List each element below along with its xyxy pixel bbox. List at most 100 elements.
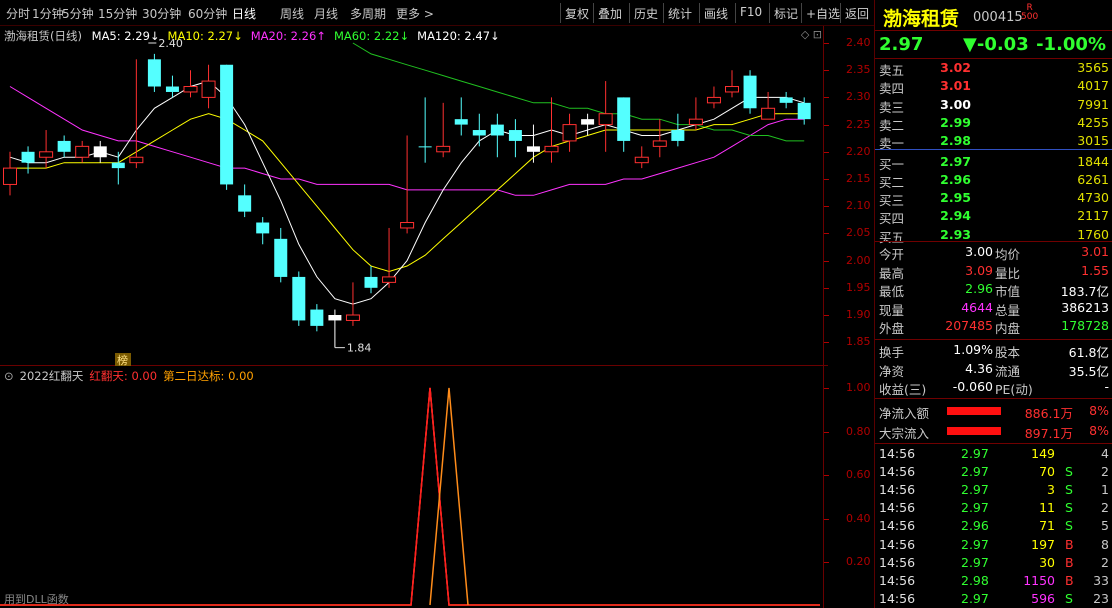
period-tab-2[interactable]: 5分钟: [62, 5, 94, 22]
candle[interactable]: [183, 70, 198, 98]
candle[interactable]: [292, 271, 306, 326]
candle[interactable]: [310, 304, 324, 332]
candle[interactable]: [21, 146, 35, 174]
y-tick: [824, 206, 829, 208]
candle[interactable]: [345, 282, 360, 326]
bid-row[interactable]: 买三 2.95 4730: [875, 190, 1112, 208]
ask-row[interactable]: 卖五 3.02 3565: [875, 60, 1112, 78]
candle[interactable]: [238, 184, 252, 218]
period-tab-4[interactable]: 30分钟: [142, 5, 181, 22]
tick-row[interactable]: 14:56 2.98 1150 B 33: [875, 573, 1112, 591]
period-tab-10[interactable]: 更多 >: [396, 5, 434, 22]
toolbar-button-3[interactable]: 统计: [668, 5, 692, 22]
candle[interactable]: [364, 266, 378, 294]
tick-row[interactable]: 14:56 2.97 149 4: [875, 446, 1112, 464]
indicator-settings-icon[interactable]: ⊙: [4, 369, 14, 383]
last-price: 2.97: [879, 34, 924, 55]
candle[interactable]: [201, 64, 216, 109]
chart-close-icon[interactable]: ◇ ⊡: [801, 28, 822, 41]
period-tab-9[interactable]: 多周期: [350, 5, 386, 22]
indicator-value-2: 第二日达标: 0.00: [163, 369, 254, 383]
ind-y-tick: [824, 562, 829, 563]
candle-body: [706, 96, 721, 104]
tick-row[interactable]: 14:56 2.97 11 S 2: [875, 500, 1112, 518]
candle[interactable]: [418, 97, 432, 163]
stat-label: 今开: [879, 247, 905, 262]
tick-row[interactable]: 14:56 2.97 3 S 1: [875, 482, 1112, 500]
candle-body: [581, 119, 595, 125]
toolbar-button-0[interactable]: 复权: [565, 5, 589, 22]
stat-value: 3.09: [965, 262, 993, 278]
candle[interactable]: [706, 86, 721, 109]
candle[interactable]: [274, 227, 288, 283]
indicator-chart[interactable]: ⊙ 2022红翻天 红翻天: 0.00 第二日达标: 0.00 用到DLL函数: [0, 366, 828, 608]
toolbar-button-6[interactable]: 标记: [774, 5, 798, 22]
candle[interactable]: [544, 97, 559, 163]
toolbar-button-7[interactable]: +自选: [806, 5, 840, 22]
candle[interactable]: [743, 70, 757, 114]
candle[interactable]: [598, 81, 613, 152]
candle[interactable]: [779, 91, 793, 109]
rank-badge[interactable]: 榜: [115, 353, 131, 367]
toolbar-separator: [560, 3, 561, 23]
bid-row[interactable]: 买一 2.97 1844: [875, 154, 1112, 172]
tick-row[interactable]: 14:56 2.97 30 B 2: [875, 555, 1112, 573]
candle[interactable]: [725, 70, 739, 98]
candle[interactable]: [400, 135, 415, 234]
candle[interactable]: [526, 124, 540, 163]
candle[interactable]: [57, 135, 71, 158]
candle[interactable]: [147, 53, 161, 92]
candle[interactable]: [617, 97, 631, 152]
toolbar-button-1[interactable]: 叠加: [598, 5, 622, 22]
candle[interactable]: [220, 64, 234, 190]
period-tab-0[interactable]: 分时: [6, 5, 30, 22]
candle[interactable]: [508, 119, 522, 158]
ask-row[interactable]: 卖四 3.01 4017: [875, 78, 1112, 96]
bid-row[interactable]: 买四 2.94 2117: [875, 208, 1112, 226]
candle[interactable]: [328, 309, 342, 348]
period-tab-3[interactable]: 15分钟: [98, 5, 137, 22]
flow-label: 大宗流入: [879, 426, 930, 441]
period-tab-1[interactable]: 1分钟: [32, 5, 64, 22]
candle[interactable]: [761, 91, 776, 120]
toolbar-button-2[interactable]: 历史: [634, 5, 658, 22]
bid-row[interactable]: 买二 2.96 6261: [875, 172, 1112, 190]
period-tab-8[interactable]: 月线: [314, 5, 338, 22]
period-tab-5[interactable]: 60分钟: [188, 5, 227, 22]
candle[interactable]: [652, 119, 667, 158]
toolbar-button-8[interactable]: 返回: [845, 5, 869, 22]
candle[interactable]: [671, 113, 685, 147]
tick-row[interactable]: 14:56 2.97 197 B 8: [875, 537, 1112, 555]
stat-row: 最低 2.96 市值 183.7亿: [875, 281, 1112, 299]
period-tab-7[interactable]: 周线: [280, 5, 304, 22]
candle-body: [400, 222, 415, 229]
flow-pct: 8%: [1089, 423, 1109, 438]
ask-row[interactable]: 卖三 3.00 7991: [875, 97, 1112, 115]
candle[interactable]: [256, 217, 270, 245]
tick-row[interactable]: 14:56 2.97 70 S 2: [875, 464, 1112, 482]
candle[interactable]: [562, 113, 577, 152]
candle[interactable]: [472, 113, 486, 147]
candle[interactable]: [129, 59, 144, 169]
candle[interactable]: [454, 97, 468, 136]
candle[interactable]: [382, 227, 397, 288]
candle[interactable]: [581, 113, 595, 136]
ask-row[interactable]: 卖二 2.99 4255: [875, 115, 1112, 133]
candle[interactable]: [490, 113, 504, 158]
candle[interactable]: [688, 97, 703, 131]
period-tab-6[interactable]: 日线: [232, 5, 256, 22]
candle[interactable]: [436, 102, 451, 158]
kline-svg[interactable]: 2.401.84榜: [0, 26, 828, 367]
indicator-svg[interactable]: [0, 366, 828, 608]
stat-value: -0.060: [952, 379, 993, 395]
candle[interactable]: [111, 151, 125, 185]
candle[interactable]: [75, 140, 90, 163]
indicator-spike-1: [410, 387, 450, 606]
candle[interactable]: [634, 146, 649, 169]
candle[interactable]: [93, 140, 107, 163]
tick-row[interactable]: 14:56 2.97 596 S 23: [875, 591, 1112, 608]
kline-chart[interactable]: 2.40 1.84 榜 渤海租赁(日线) MA5: 2.29↓ MA10: 2.27↓…: [0, 26, 828, 367]
toolbar-button-4[interactable]: 画线: [704, 5, 728, 22]
tick-row[interactable]: 14:56 2.96 71 S 5: [875, 518, 1112, 536]
toolbar-button-5[interactable]: F10: [740, 5, 762, 19]
